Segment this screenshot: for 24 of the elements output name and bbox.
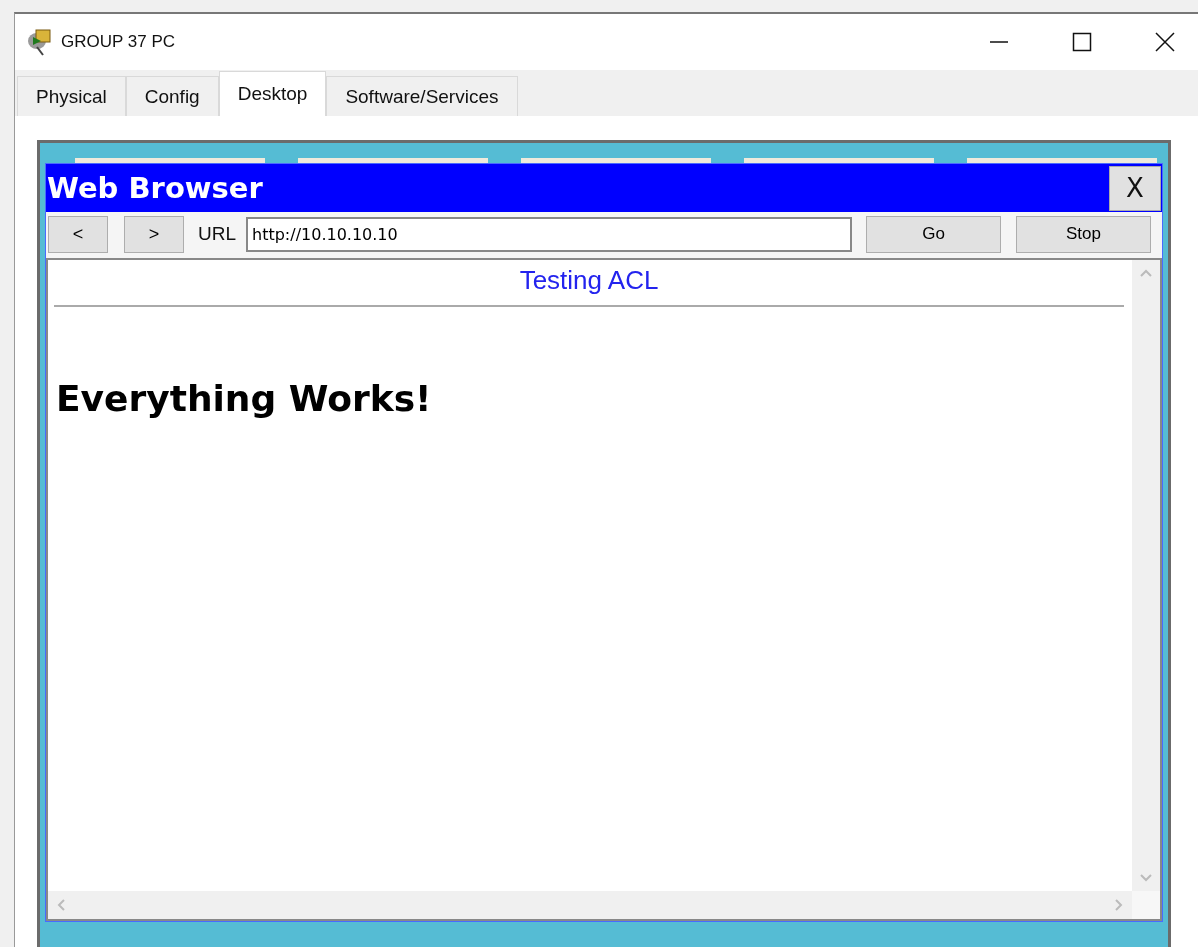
tab[interactable]: Software/Services bbox=[326, 76, 518, 116]
vertical-scrollbar[interactable] bbox=[1132, 260, 1160, 891]
forward-button[interactable]: > bbox=[124, 215, 184, 253]
back-button[interactable]: < bbox=[48, 215, 108, 253]
scroll-down-icon[interactable] bbox=[1139, 873, 1153, 883]
url-field[interactable]: http://10.10.10.10 bbox=[246, 216, 852, 252]
go-button[interactable]: Go bbox=[866, 215, 1001, 253]
page-heading: Everything Works! bbox=[56, 377, 433, 421]
tab[interactable]: Desktop bbox=[218, 71, 327, 116]
close-button[interactable]: X bbox=[1109, 165, 1161, 211]
maximize-icon[interactable] bbox=[1072, 32, 1092, 52]
stop-button[interactable]: Stop bbox=[1016, 215, 1151, 253]
browser-title: Web Browser bbox=[47, 171, 263, 205]
window-title: GROUP 37 PC bbox=[61, 32, 175, 52]
page-title: Testing ACL bbox=[518, 264, 660, 297]
horizontal-scrollbar[interactable] bbox=[48, 891, 1132, 919]
close-icon[interactable] bbox=[1154, 31, 1176, 53]
tab[interactable]: Config bbox=[125, 76, 219, 116]
url-label: URL bbox=[198, 223, 236, 245]
scroll-right-icon[interactable] bbox=[1114, 898, 1124, 912]
pc-icon bbox=[27, 28, 53, 56]
scroll-left-icon[interactable] bbox=[56, 898, 66, 912]
scroll-up-icon[interactable] bbox=[1139, 268, 1153, 278]
tab[interactable]: Physical bbox=[17, 76, 126, 116]
